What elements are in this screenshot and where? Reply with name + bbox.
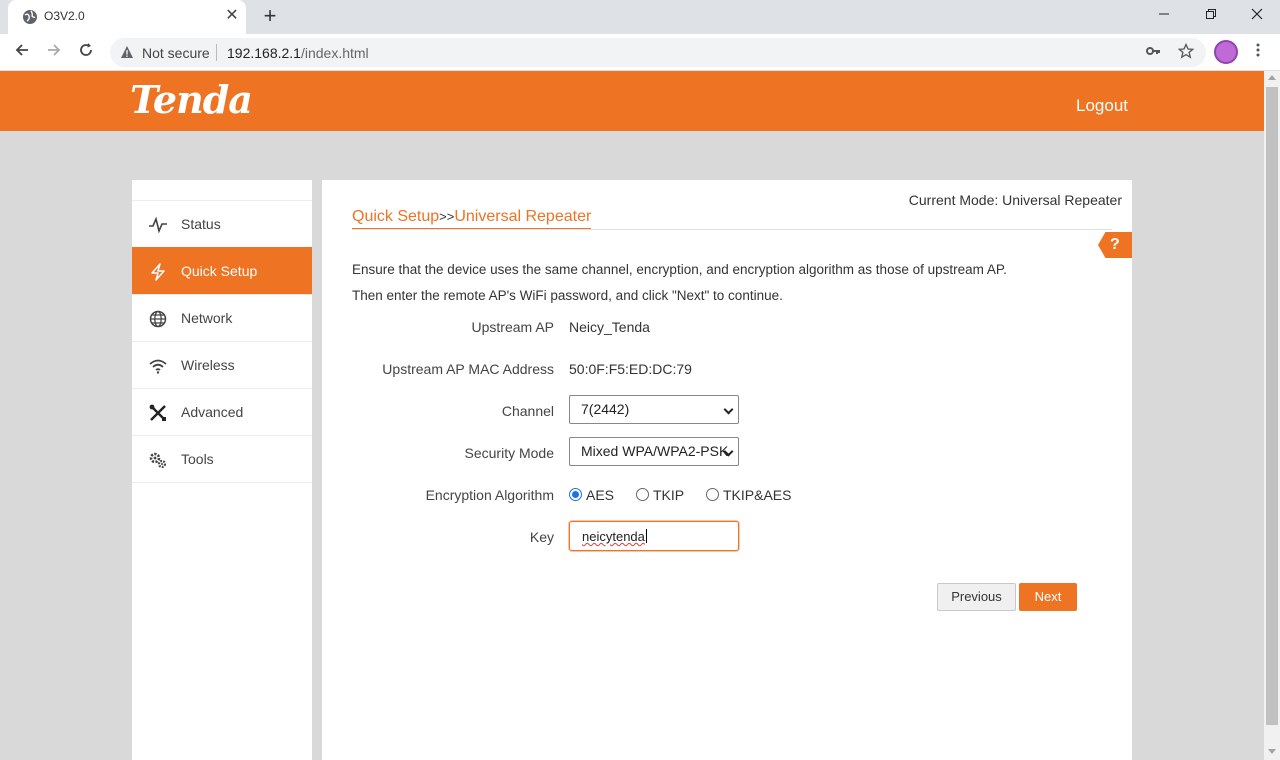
radio-tkip-aes-label[interactable]: TKIP&AES: [723, 487, 791, 503]
main-panel: Current Mode: Universal Repeater Quick S…: [322, 180, 1132, 760]
scroll-up-icon[interactable]: [1268, 75, 1276, 80]
breadcrumb-separator: >>: [439, 209, 455, 224]
reload-icon[interactable]: [74, 40, 98, 64]
browser-toolbar: Not secure 192.168.2.1/index.html: [0, 34, 1280, 71]
sidebar-item-label: Advanced: [181, 404, 244, 420]
sidebar-item-label: Wireless: [181, 357, 235, 373]
help-button[interactable]: ?: [1098, 232, 1132, 258]
security-mode-selected-value: Mixed WPA/WPA2-PSK: [581, 443, 729, 459]
breadcrumb: Quick Setup>>Universal Repeater: [352, 208, 592, 230]
brand-logo: Tenda: [130, 77, 253, 122]
globe-icon: [149, 310, 167, 328]
mac-address-value: 50:0F:F5:ED:DC:79: [569, 361, 692, 377]
sidebar-item-label: Tools: [181, 451, 214, 467]
browser-tab[interactable]: O3V2.0 ✕: [8, 0, 246, 34]
sidebar-item-label: Quick Setup: [181, 263, 258, 279]
forward-icon[interactable]: [42, 40, 66, 64]
page-scrollbar[interactable]: [1264, 71, 1280, 760]
sidebar-item-status[interactable]: Status: [132, 200, 312, 247]
security-mode-label: Security Mode: [464, 445, 554, 461]
url-text[interactable]: 192.168.2.1/index.html: [227, 45, 369, 61]
radio-tkip-label[interactable]: TKIP: [653, 487, 684, 503]
address-separator: [216, 44, 217, 61]
text-caret: [645, 529, 647, 543]
browser-tab-strip: O3V2.0 ✕ +: [0, 0, 1280, 34]
window-close-icon[interactable]: [1245, 4, 1269, 28]
sidebar-item-network[interactable]: Network: [132, 294, 312, 341]
next-button[interactable]: Next: [1019, 583, 1077, 611]
instruction-line-1: Ensure that the device uses the same cha…: [352, 262, 1007, 277]
channel-selected-value: 7(2442): [581, 401, 630, 417]
scroll-down-icon[interactable]: [1268, 749, 1276, 754]
tab-close-icon[interactable]: ✕: [222, 6, 242, 26]
pulse-icon: [149, 216, 167, 234]
router-header: Tenda Logout: [0, 71, 1264, 131]
channel-select[interactable]: 7(2442): [569, 395, 739, 424]
tools-icon: [149, 404, 166, 421]
upstream-ap-label: Upstream AP: [471, 319, 554, 335]
warning-icon[interactable]: [120, 45, 134, 59]
scroll-thumb[interactable]: [1266, 87, 1278, 725]
globe-favicon-icon: [23, 10, 37, 24]
chevron-down-icon: [723, 404, 734, 415]
current-mode-text: Current Mode: Universal Repeater: [908, 192, 1122, 208]
radio-aes-label[interactable]: AES: [586, 487, 614, 503]
security-mode-select[interactable]: Mixed WPA/WPA2-PSK: [569, 437, 739, 466]
previous-button[interactable]: Previous: [937, 583, 1016, 611]
key-input[interactable]: neicytenda: [569, 521, 739, 551]
sidebar-divider: [132, 482, 312, 483]
sidebar-item-label: Network: [181, 310, 233, 326]
sidebar-item-advanced[interactable]: Advanced: [132, 388, 312, 435]
key-label: Key: [529, 529, 554, 545]
radio-tkip-aes[interactable]: [706, 488, 719, 501]
back-icon[interactable]: [10, 40, 34, 64]
breadcrumb-quick-setup[interactable]: Quick Setup: [352, 208, 439, 225]
instruction-line-2: Then enter the remote AP's WiFi password…: [352, 288, 783, 303]
address-bar[interactable]: Not secure 192.168.2.1/index.html: [110, 38, 1206, 67]
new-tab-button[interactable]: +: [258, 4, 282, 28]
breadcrumb-universal-repeater: Universal Repeater: [454, 208, 592, 225]
browser-menu-icon[interactable]: [1248, 40, 1268, 64]
sidebar-item-wireless[interactable]: Wireless: [132, 341, 312, 388]
profile-avatar[interactable]: [1214, 40, 1238, 64]
encryption-algorithm-label: Encryption Algorithm: [425, 487, 554, 503]
sidebar-item-label: Status: [181, 216, 221, 232]
minimize-icon[interactable]: [1152, 4, 1176, 28]
upstream-ap-value: Neicy_Tenda: [569, 319, 650, 335]
radio-aes[interactable]: [569, 488, 582, 501]
sidebar: Status Quick Setup Network Wireless Adva…: [132, 180, 312, 760]
radio-tkip[interactable]: [636, 488, 649, 501]
key-icon[interactable]: [1143, 43, 1163, 63]
sidebar-item-quick-setup[interactable]: Quick Setup: [132, 247, 312, 294]
sidebar-item-tools[interactable]: Tools: [132, 435, 312, 482]
key-input-value: neicytenda: [582, 529, 645, 544]
mac-address-label: Upstream AP MAC Address: [382, 361, 554, 377]
title-divider: [352, 229, 1112, 230]
logout-link[interactable]: Logout: [1076, 96, 1128, 116]
lightning-icon: [151, 263, 165, 281]
channel-label: Channel: [501, 403, 554, 419]
security-status[interactable]: Not secure: [142, 45, 210, 61]
tab-title: O3V2.0: [44, 9, 85, 23]
gears-icon: [149, 452, 167, 469]
wifi-icon: [149, 359, 167, 374]
bookmark-star-icon[interactable]: [1176, 42, 1196, 63]
restore-icon[interactable]: [1199, 4, 1223, 28]
